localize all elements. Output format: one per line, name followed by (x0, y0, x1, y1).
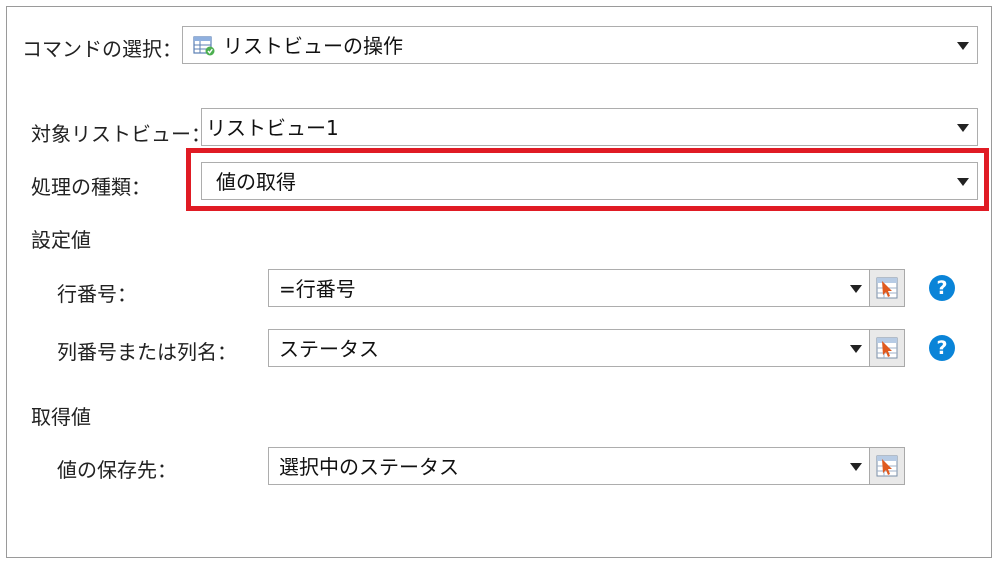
target-listview-value: リストビュー1 (206, 116, 339, 140)
result-heading: 取得値 (31, 405, 91, 429)
variable-picker-icon (876, 455, 898, 477)
store-to-value: 選択中のステータス (279, 455, 459, 479)
command-settings-panel: コマンドの選択： リストビューの操作 対象リストビュー： リストビュー1 処理の… (6, 6, 992, 558)
chevron-down-icon[interactable] (850, 463, 862, 471)
column-value: ステータス (279, 337, 379, 361)
highlight-box (186, 148, 989, 211)
store-to-label: 値の保存先： (57, 458, 177, 482)
operation-type-label: 処理の種類： (31, 175, 151, 199)
row-number-help-icon[interactable]: ? (929, 275, 955, 301)
settings-heading: 設定値 (31, 228, 91, 252)
column-label: 列番号または列名： (57, 340, 237, 364)
row-number-label: 行番号： (57, 282, 137, 306)
row-number-value: =行番号 (279, 277, 356, 301)
store-to-select[interactable]: 選択中のステータス (268, 447, 871, 485)
table-icon (193, 36, 215, 60)
chevron-down-icon[interactable] (850, 285, 862, 293)
column-help-icon[interactable]: ? (929, 335, 955, 361)
chevron-down-icon[interactable] (850, 345, 862, 353)
command-label: コマンドの選択： (22, 37, 182, 61)
target-listview-label: 対象リストビュー： (31, 122, 211, 146)
chevron-down-icon[interactable] (957, 42, 969, 50)
target-listview-select[interactable]: リストビュー1 (201, 108, 978, 146)
row-number-select[interactable]: =行番号 (268, 269, 871, 307)
row-number-picker-button[interactable] (869, 269, 905, 307)
command-select[interactable]: リストビューの操作 (182, 26, 978, 64)
column-picker-button[interactable] (869, 329, 905, 367)
store-to-picker-button[interactable] (869, 447, 905, 485)
chevron-down-icon[interactable] (957, 124, 969, 132)
variable-picker-icon (876, 277, 898, 299)
column-select[interactable]: ステータス (268, 329, 871, 367)
variable-picker-icon (876, 337, 898, 359)
command-value: リストビューの操作 (223, 34, 403, 58)
